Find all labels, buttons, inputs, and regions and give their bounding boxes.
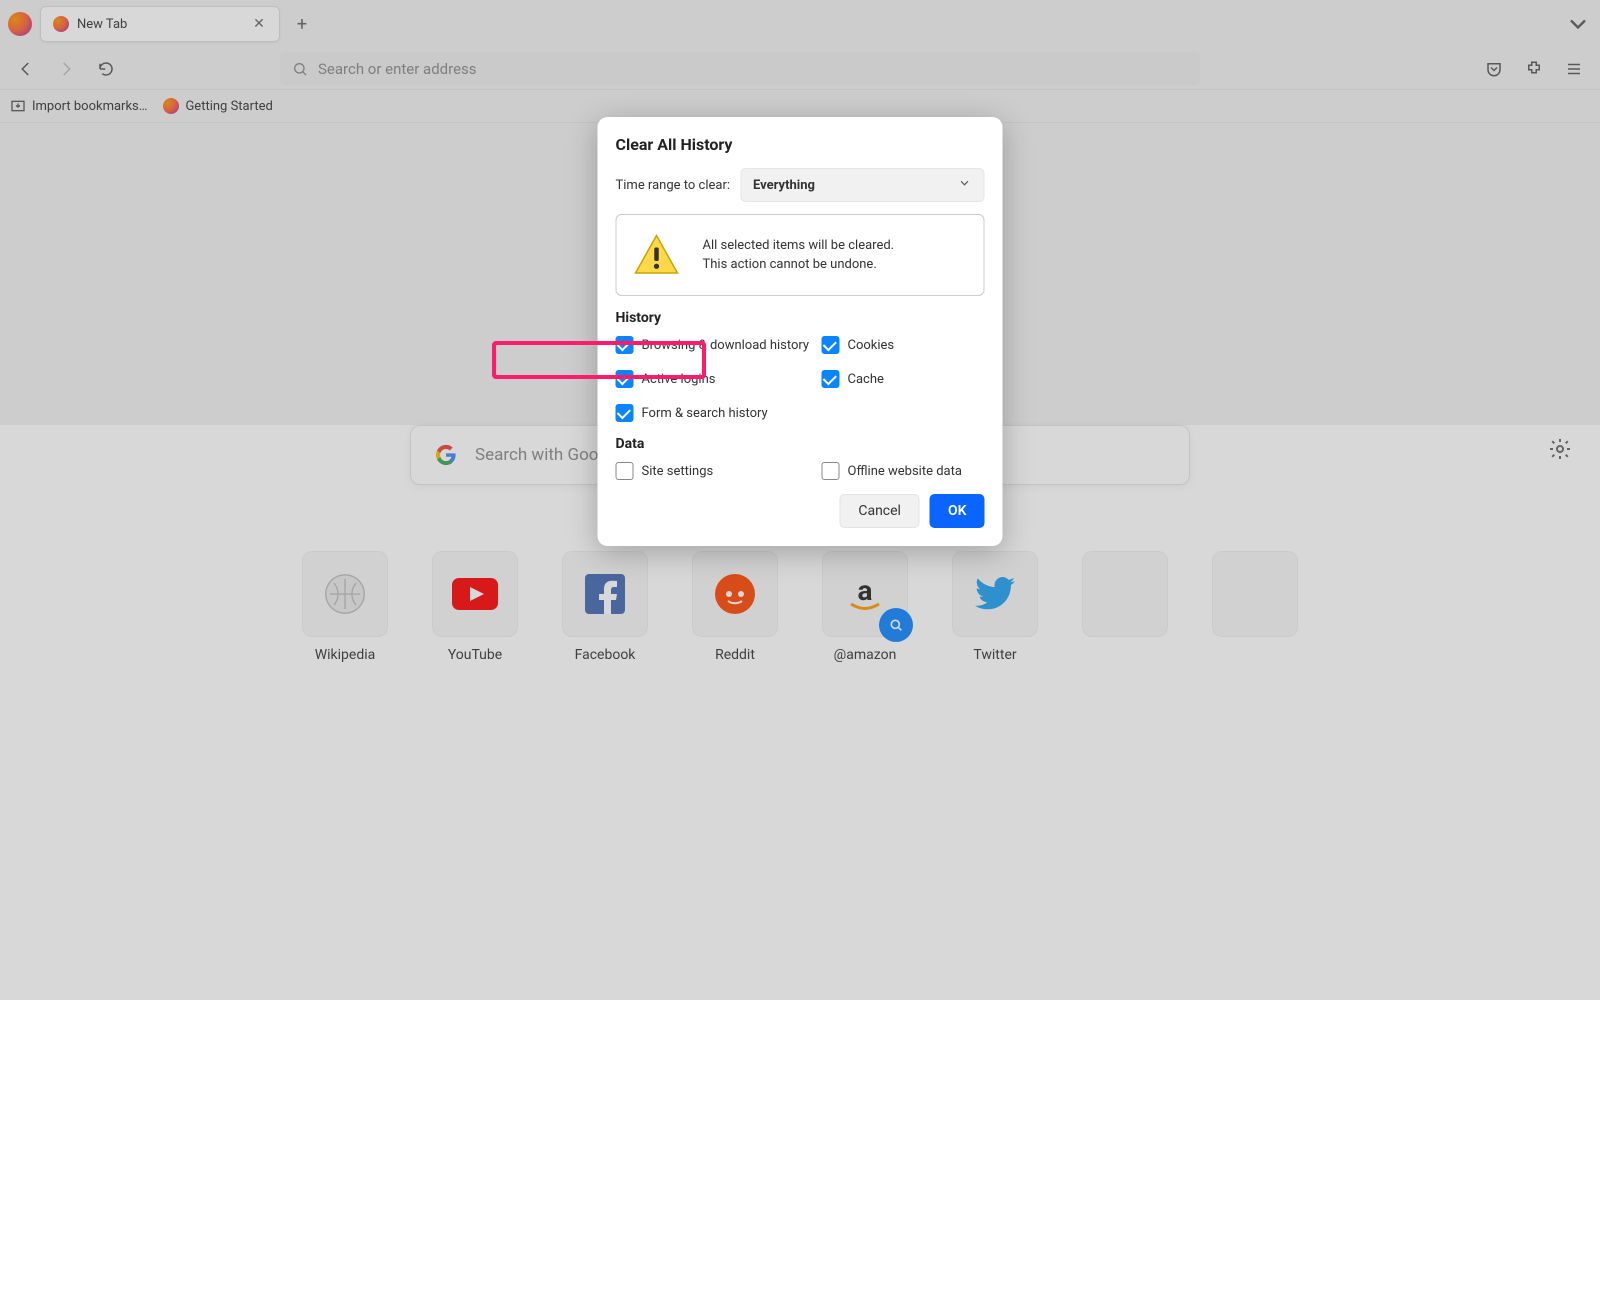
check-site-settings[interactable]: Site settings <box>616 462 816 480</box>
check-cache[interactable]: Cache <box>822 370 985 388</box>
check-offline-data[interactable]: Offline website data <box>822 462 985 480</box>
time-range-row: Time range to clear: Everything <box>616 168 985 202</box>
checkbox-icon[interactable] <box>822 336 840 354</box>
warning-icon <box>633 231 681 279</box>
chevron-down-icon <box>958 176 972 194</box>
check-form-search[interactable]: Form & search history <box>616 404 816 422</box>
history-checks: Browsing & download history Cookies Acti… <box>616 336 985 422</box>
data-checks: Site settings Offline website data <box>616 462 985 480</box>
warning-box: All selected items will be cleared. This… <box>616 214 985 296</box>
check-label: Browsing & download history <box>642 338 810 353</box>
data-heading: Data <box>616 436 985 452</box>
dialog-title: Clear All History <box>616 135 985 154</box>
time-range-select[interactable]: Everything <box>740 168 984 202</box>
time-range-value: Everything <box>753 178 815 193</box>
cancel-button[interactable]: Cancel <box>839 494 920 528</box>
check-active-logins[interactable]: Active logins <box>616 370 816 388</box>
check-browsing[interactable]: Browsing & download history <box>616 336 816 354</box>
warning-line1: All selected items will be cleared. <box>703 236 895 256</box>
checkbox-icon[interactable] <box>616 404 634 422</box>
checkbox-icon[interactable] <box>822 370 840 388</box>
history-heading: History <box>616 310 985 326</box>
dialog-buttons: Cancel OK <box>616 494 985 528</box>
ok-button[interactable]: OK <box>930 494 985 528</box>
time-range-label: Time range to clear: <box>616 178 731 193</box>
check-label: Form & search history <box>642 406 768 421</box>
check-label: Offline website data <box>848 464 962 479</box>
checkbox-icon[interactable] <box>616 462 634 480</box>
checkbox-icon[interactable] <box>822 462 840 480</box>
check-label: Site settings <box>642 464 714 479</box>
check-label: Active logins <box>642 372 716 387</box>
warning-line2: This action cannot be undone. <box>703 255 895 275</box>
check-label: Cache <box>848 372 884 387</box>
check-label: Cookies <box>848 338 895 353</box>
check-cookies[interactable]: Cookies <box>822 336 985 354</box>
checkbox-icon[interactable] <box>616 336 634 354</box>
checkbox-icon[interactable] <box>616 370 634 388</box>
clear-history-dialog: Clear All History Time range to clear: E… <box>598 117 1003 546</box>
